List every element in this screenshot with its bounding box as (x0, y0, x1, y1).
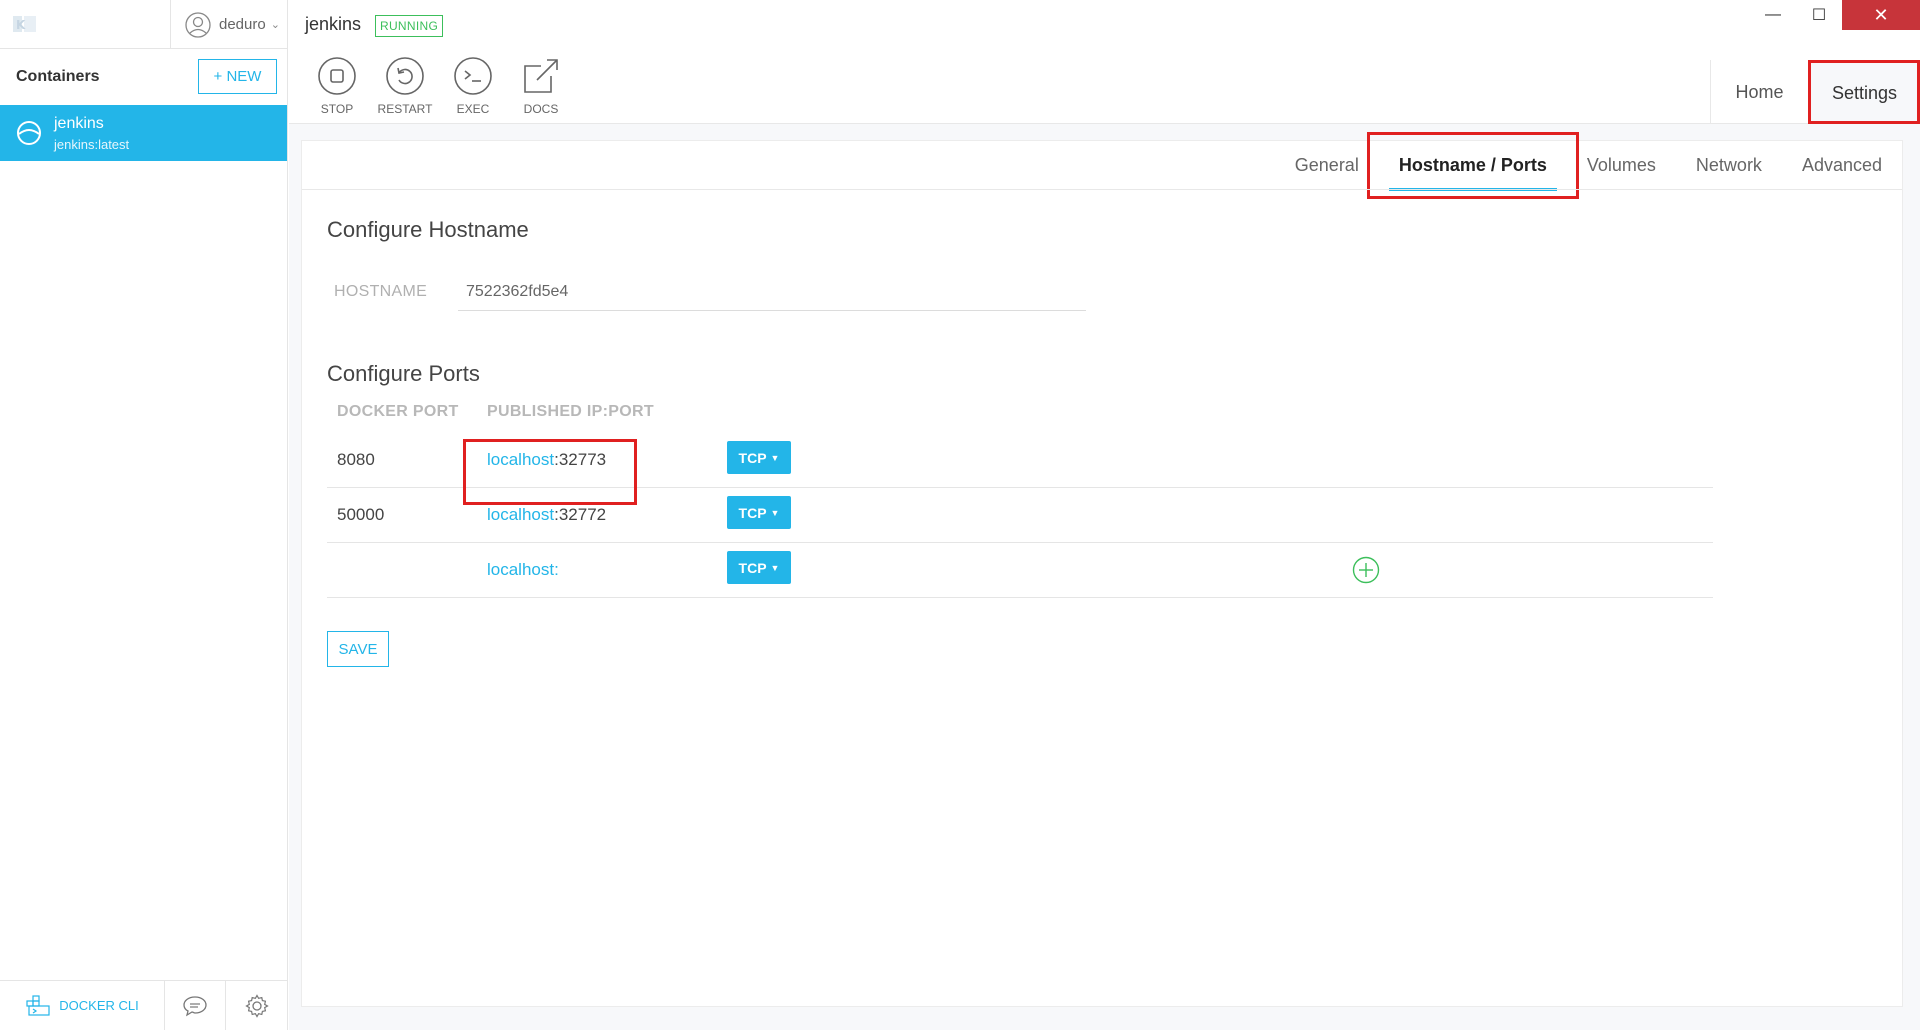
caret-down-icon: ▼ (770, 507, 780, 518)
container-list-item[interactable]: jenkins jenkins:latest (0, 105, 287, 161)
kitematic-logo: K (12, 14, 38, 34)
exec-label: EXEC (456, 102, 490, 116)
gear-icon (244, 993, 269, 1018)
minimize-button[interactable]: — (1750, 0, 1796, 30)
stop-button[interactable]: STOP (303, 56, 371, 116)
hostname-label: HOSTNAME (334, 283, 428, 300)
sidebar-top: K deduro ⌄ (0, 0, 287, 49)
svg-text:K: K (16, 18, 26, 32)
protocol-label: TCP (738, 559, 767, 576)
host-link[interactable]: localhost (487, 505, 554, 524)
tabs-divider (302, 189, 1902, 190)
main-area: jenkins RUNNING STOP RESTART EXEC DOCS —… (289, 0, 1920, 1030)
configure-ports-title: Configure Ports (327, 361, 480, 386)
protocol-dropdown[interactable]: TCP ▼ (727, 496, 791, 529)
tab-volumes[interactable]: Volumes (1567, 141, 1676, 189)
tab-advanced[interactable]: Advanced (1782, 141, 1902, 189)
container-actions: STOP RESTART EXEC DOCS (303, 56, 575, 116)
highlight-box (463, 439, 637, 505)
protocol-dropdown[interactable]: TCP ▼ (727, 551, 791, 584)
docker-cli-icon (26, 994, 50, 1016)
external-link-icon (524, 59, 558, 93)
containers-header: Containers + NEW (0, 49, 287, 105)
user-menu[interactable]: deduro ⌄ (170, 0, 288, 49)
restart-label: RESTART (377, 102, 433, 116)
container-running-icon (17, 121, 41, 145)
stop-icon (318, 57, 356, 95)
docker-port: 8080 (337, 450, 375, 469)
chevron-down-icon: ⌄ (270, 19, 280, 31)
container-name: jenkins (54, 115, 104, 132)
add-port-icon[interactable] (1352, 556, 1380, 584)
window-controls: — ☐ ✕ (1750, 0, 1920, 30)
published-port-header: PUBLISHED IP:PORT (487, 403, 654, 420)
maximize-button[interactable]: ☐ (1796, 0, 1842, 30)
tab-general[interactable]: General (1275, 141, 1379, 189)
view-tabs: Home Settings (1710, 60, 1920, 124)
stop-label: STOP (320, 102, 354, 116)
new-container-button[interactable]: + NEW (198, 59, 277, 94)
preferences-button[interactable] (226, 981, 287, 1030)
tab-settings[interactable]: Settings (1808, 60, 1920, 124)
close-button[interactable]: ✕ (1842, 0, 1920, 30)
published-port-link[interactable]: localhost:32772 (487, 505, 606, 525)
protocol-label: TCP (738, 504, 767, 521)
sidebar: K deduro ⌄ Containers + NEW jenkins jenk… (0, 0, 288, 1030)
settings-panel: General Hostname / Ports Volumes Network… (301, 132, 1903, 1007)
tab-hostname-ports[interactable]: Hostname / Ports (1366, 132, 1579, 199)
caret-down-icon: ▼ (770, 452, 780, 463)
user-avatar-icon (185, 11, 211, 38)
caret-down-icon: ▼ (770, 562, 780, 573)
docker-port-header: DOCKER PORT (337, 403, 459, 420)
feedback-button[interactable] (165, 981, 226, 1030)
settings-tabs: General Hostname / Ports Volumes Network… (1275, 132, 1902, 199)
container-image: jenkins:latest (54, 137, 130, 152)
docker-cli-button[interactable]: DOCKER CLI (0, 981, 165, 1030)
port-row-new: localhost: TCP ▼ (327, 543, 1713, 598)
hostname-input[interactable] (458, 273, 1086, 311)
restart-icon (386, 57, 424, 95)
status-badge: RUNNING (375, 15, 444, 37)
tab-home[interactable]: Home (1710, 60, 1808, 124)
published-port-link[interactable]: localhost: (487, 560, 559, 580)
docker-cli-label: DOCKER CLI (59, 998, 139, 1013)
host-link[interactable]: localhost (487, 560, 554, 579)
chat-bubble-icon (183, 995, 207, 1016)
tab-network[interactable]: Network (1676, 141, 1782, 189)
host-port: :32772 (554, 505, 607, 524)
protocol-label: TCP (738, 449, 767, 466)
container-header: jenkins RUNNING STOP RESTART EXEC DOCS —… (289, 0, 1920, 124)
container-title: jenkins (305, 14, 362, 34)
containers-title: Containers (16, 68, 100, 85)
docker-port: 50000 (337, 505, 385, 524)
protocol-dropdown[interactable]: TCP ▼ (727, 441, 791, 474)
terminal-icon (454, 57, 492, 95)
exec-button[interactable]: EXEC (439, 56, 507, 116)
docs-label: DOCS (523, 102, 559, 116)
restart-button[interactable]: RESTART (371, 56, 439, 116)
configure-hostname-title: Configure Hostname (327, 217, 529, 242)
sidebar-bottom-bar: DOCKER CLI (0, 980, 288, 1030)
docs-button[interactable]: DOCS (507, 56, 575, 116)
save-button[interactable]: SAVE (327, 631, 389, 667)
username: deduro (219, 16, 266, 33)
host-port: : (554, 560, 559, 579)
